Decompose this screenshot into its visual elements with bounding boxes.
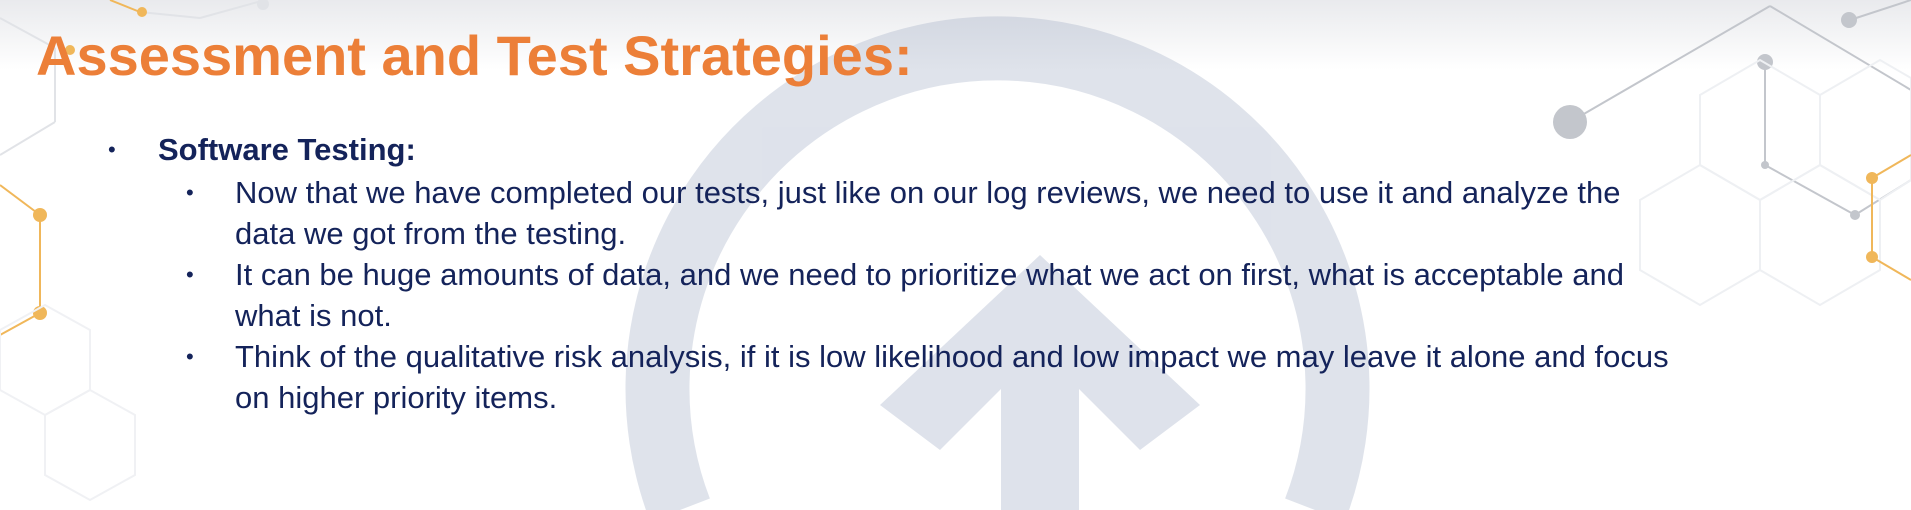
list-item: • Think of the qualitative risk analysis… — [186, 336, 1886, 418]
list-item-text: Think of the qualitative risk analysis, … — [235, 336, 1875, 418]
list-item-text: It can be huge amounts of data, and we n… — [235, 254, 1875, 336]
list-item-line: Think of the qualitative risk analysis, … — [235, 339, 1669, 374]
slide-body: • Software Testing: • Now that we have c… — [0, 0, 1911, 510]
list-item-line: data we got from the testing. — [235, 216, 627, 251]
bullet: • — [186, 180, 194, 205]
list-item-line: Now that we have completed our tests, ju… — [235, 175, 1621, 210]
bullet: • — [186, 344, 194, 369]
list-item: • It can be huge amounts of data, and we… — [186, 254, 1886, 336]
list-item-line: what is not. — [235, 298, 392, 333]
list-item-text: Now that we have completed our tests, ju… — [235, 172, 1875, 254]
bullet: • — [108, 137, 116, 162]
list-item: • Now that we have completed our tests, … — [186, 172, 1886, 254]
list-item-line: It can be huge amounts of data, and we n… — [235, 257, 1624, 292]
bullet: • — [186, 262, 194, 287]
list-item-line: on higher priority items. — [235, 380, 558, 415]
section-heading: Software Testing: — [158, 132, 416, 167]
